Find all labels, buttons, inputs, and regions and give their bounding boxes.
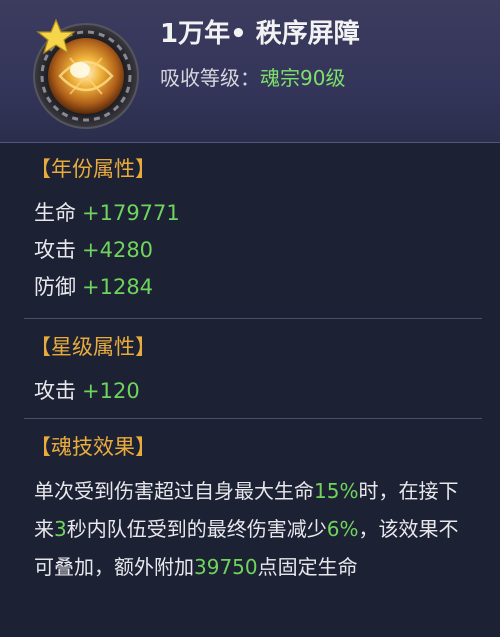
- effect-highlight-value: 6%: [326, 517, 359, 541]
- effect-highlight-value: 3: [54, 517, 67, 541]
- stat-name: 防御: [34, 275, 76, 299]
- effect-highlight-value: 39750: [194, 555, 258, 579]
- item-title: 1万年• 秩序屏障: [160, 19, 360, 49]
- section-divider: [24, 418, 482, 419]
- stat-name: 生命: [34, 201, 76, 225]
- absorb-level-value: 魂宗90级: [260, 66, 346, 90]
- absorb-level-row: 吸收等级：魂宗90级: [160, 64, 345, 92]
- skill-effect-description: 单次受到伤害超过自身最大生命15%时，在接下来3秒内队伍受到的最终伤害减少6%，…: [34, 472, 474, 586]
- stat-value: +4280: [82, 238, 154, 262]
- stat-row-attack: 攻击 +4280: [34, 233, 153, 267]
- effect-highlight-value: 15%: [314, 479, 359, 503]
- year-attributes-title: 【年份属性】: [30, 157, 156, 181]
- stat-value: +120: [82, 379, 140, 403]
- star-attributes-title: 【星级属性】: [30, 335, 156, 359]
- section-divider: [24, 318, 482, 319]
- stat-name: 攻击: [34, 379, 76, 403]
- stat-value: +179771: [82, 201, 180, 225]
- effect-text-segment: 秒内队伍受到的最终伤害减少: [66, 517, 327, 541]
- stat-row-star-attack: 攻击 +120: [34, 374, 140, 408]
- stat-name: 攻击: [34, 238, 76, 262]
- absorb-level-label: 吸收等级：: [160, 66, 260, 90]
- stat-row-defense: 防御 +1284: [34, 270, 153, 304]
- effect-text-segment: 点固定生命: [257, 555, 358, 579]
- stat-value: +1284: [82, 275, 154, 299]
- soul-ring-orb-icon: [33, 18, 139, 129]
- effect-text-segment: 单次受到伤害超过自身最大生命: [34, 479, 314, 503]
- skill-effect-title: 【魂技效果】: [30, 435, 156, 459]
- item-header: 1万年• 秩序屏障 吸收等级：魂宗90级: [0, 0, 500, 143]
- stat-row-hp: 生命 +179771: [34, 196, 180, 230]
